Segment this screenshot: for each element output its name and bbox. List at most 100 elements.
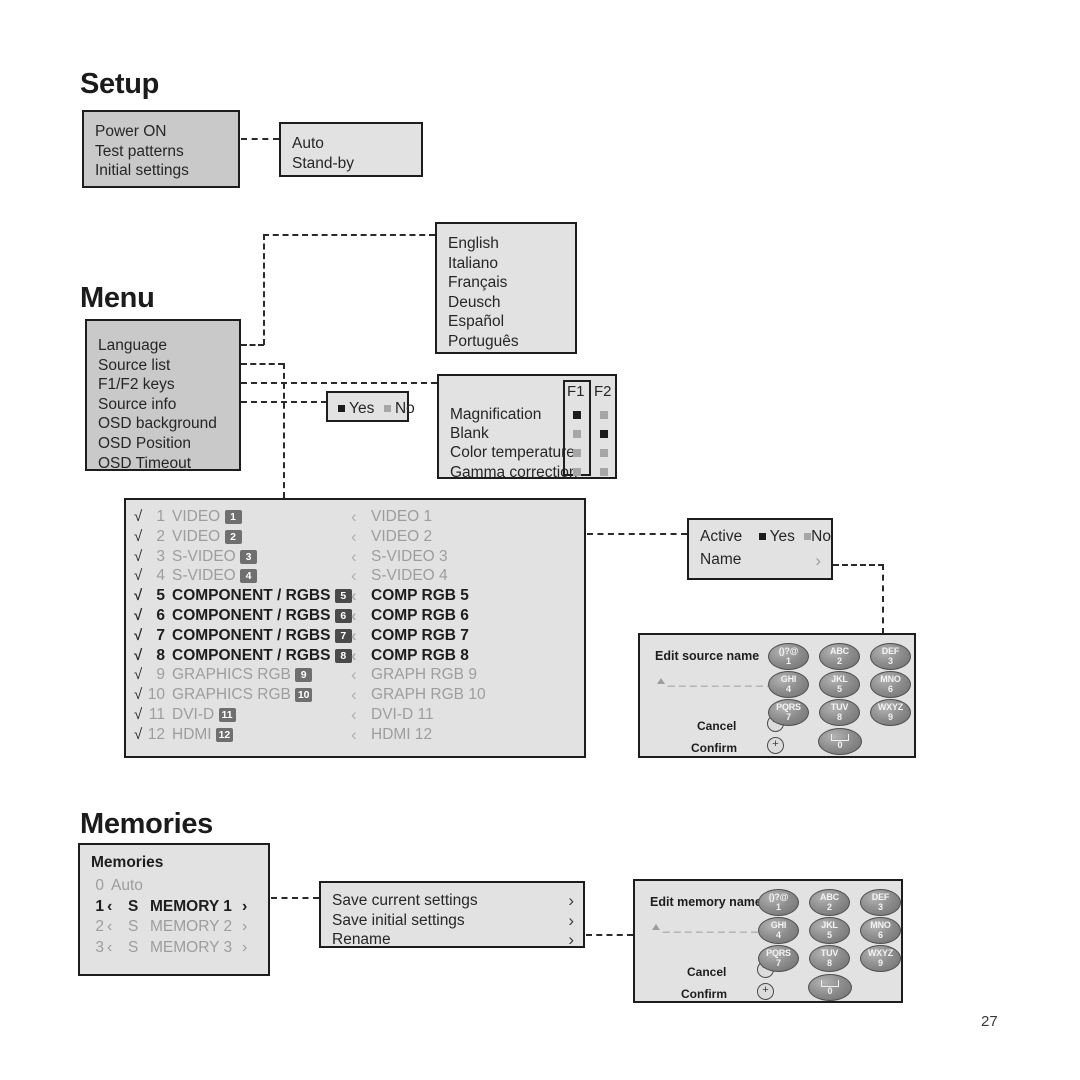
- edit-memory-key-4[interactable]: GHI 4: [758, 917, 799, 944]
- source-check-icon-11[interactable]: √: [134, 725, 142, 745]
- memory-action-row[interactable]: Save initial settings ›: [332, 911, 574, 931]
- edit-memory-key-6[interactable]: MNO 6: [860, 917, 901, 944]
- edit-source-key-2[interactable]: ABC 2: [819, 643, 860, 670]
- source-check-icon-4[interactable]: √: [134, 586, 142, 606]
- menu-item-0[interactable]: Language: [98, 336, 231, 356]
- menu-item-5[interactable]: OSD Position: [98, 434, 231, 454]
- edit-source-confirm-button[interactable]: +: [767, 737, 784, 754]
- f1f2-row-label-2[interactable]: Color temperature: [450, 443, 577, 462]
- name-chevron-icon[interactable]: ›: [815, 551, 821, 571]
- memory-row[interactable]: 3 ‹ S MEMORY 3 ›: [80, 938, 268, 959]
- source-info-no-label[interactable]: No: [395, 400, 415, 417]
- edit-memory-key-space[interactable]: 0: [808, 974, 852, 1001]
- edit-source-name-field[interactable]: _ _ _ _ _ _ _ _ _ _: [668, 673, 774, 687]
- memory-left-chevron-icon-1[interactable]: ‹: [107, 897, 112, 918]
- edit-memory-key-7[interactable]: PQRS 7: [758, 945, 799, 972]
- setup-menu-item-2[interactable]: Initial settings: [95, 161, 230, 181]
- memory-name-2[interactable]: MEMORY 2: [150, 917, 232, 938]
- memory-right-chevron-icon-1[interactable]: ›: [242, 897, 247, 918]
- edit-source-name-panel[interactable]: Edit source name _ _ _ _ _ _ _ _ _ _ Can…: [638, 633, 916, 758]
- language-item-5[interactable]: Português: [448, 332, 567, 352]
- memory-row[interactable]: 0 Auto: [80, 876, 268, 897]
- f2-marker-1[interactable]: [600, 429, 608, 438]
- menu-item-4[interactable]: OSD background: [98, 414, 231, 434]
- source-row[interactable]: √ 12 HDMI 12 ‹ HDMI 12: [126, 725, 584, 745]
- source-info-yes-label[interactable]: Yes: [349, 400, 374, 417]
- source-info-no-marker[interactable]: [383, 405, 391, 412]
- f1-marker-2[interactable]: [573, 449, 581, 458]
- menu-item-6[interactable]: OSD Timeout: [98, 454, 231, 474]
- language-item-3[interactable]: Deusch: [448, 293, 567, 313]
- source-row[interactable]: √ 5 COMPONENT / RGBS 5 ‹ COMP RGB 5: [126, 586, 584, 606]
- source-left-chevron-icon-11[interactable]: ‹: [351, 725, 357, 745]
- memory-name-3[interactable]: MEMORY 3: [150, 938, 232, 959]
- memory-actions-panel[interactable]: Save current settings › Save initial setti…: [319, 881, 585, 950]
- source-check-icon-6[interactable]: √: [134, 626, 142, 646]
- source-left-chevron-icon-10[interactable]: ‹: [351, 705, 357, 725]
- source-left-chevron-icon-7[interactable]: ‹: [351, 646, 357, 666]
- source-left-chevron-icon-2[interactable]: ‹: [351, 547, 357, 567]
- source-check-icon-3[interactable]: √: [134, 566, 142, 586]
- f2-marker-0[interactable]: [600, 410, 608, 419]
- menu-item-3[interactable]: Source info: [98, 395, 231, 415]
- source-check-icon-2[interactable]: √: [134, 547, 142, 567]
- source-row[interactable]: √ 1 VIDEO 1 ‹ VIDEO 1: [126, 507, 584, 527]
- f1f2-row-label-0[interactable]: Magnification: [450, 405, 577, 424]
- memories-panel[interactable]: Memories 0 Auto 1 ‹ S MEMORY 1 › 2 ‹ S MEMORY 2 › 3 ‹…: [78, 843, 270, 976]
- source-info-yesno-panel[interactable]: Yes No: [326, 391, 415, 422]
- memory-name-1[interactable]: MEMORY 1: [150, 897, 232, 918]
- source-left-chevron-icon-9[interactable]: ‹: [351, 685, 357, 705]
- language-item-4[interactable]: Español: [448, 312, 567, 332]
- edit-source-key-7[interactable]: PQRS 7: [768, 699, 809, 726]
- source-check-icon-10[interactable]: √: [134, 705, 142, 725]
- f1-marker-1[interactable]: [573, 429, 581, 438]
- edit-memory-name-field[interactable]: _ _ _ _ _ _ _ _ _ _: [663, 919, 769, 933]
- edit-source-key-4[interactable]: GHI 4: [768, 671, 809, 698]
- source-row[interactable]: √ 11 DVI-D 11 ‹ DVI-D 11: [126, 705, 584, 725]
- source-left-chevron-icon-4[interactable]: ‹: [351, 586, 357, 606]
- memory-name-0[interactable]: Auto: [111, 876, 143, 897]
- setup-menu-item-0[interactable]: Power ON: [95, 122, 230, 142]
- source-left-chevron-icon-6[interactable]: ‹: [351, 626, 357, 646]
- edit-source-key-8[interactable]: TUV 8: [819, 699, 860, 726]
- source-row[interactable]: √ 7 COMPONENT / RGBS 7 ‹ COMP RGB 7: [126, 626, 584, 646]
- edit-source-key-1[interactable]: ()?@ 1: [768, 643, 809, 670]
- edit-source-key-3[interactable]: DEF 3: [870, 643, 911, 670]
- source-check-icon-9[interactable]: √: [134, 685, 142, 705]
- f2-markers-column[interactable]: [594, 405, 614, 482]
- edit-memory-key-9[interactable]: WXYZ 9: [860, 945, 901, 972]
- source-display-name-11[interactable]: HDMI 12: [371, 725, 432, 745]
- source-display-name-1[interactable]: VIDEO 2: [371, 527, 432, 547]
- source-info-yes-marker[interactable]: [338, 405, 345, 412]
- source-display-name-2[interactable]: S-VIDEO 3: [371, 547, 448, 567]
- source-display-name-8[interactable]: GRAPH RGB 9: [371, 665, 477, 685]
- source-display-name-10[interactable]: DVI-D 11: [371, 705, 434, 725]
- source-check-icon-8[interactable]: √: [134, 665, 142, 685]
- f1f2-row-label-3[interactable]: Gamma correction: [450, 463, 577, 482]
- memory-action-row[interactable]: Rename ›: [332, 930, 574, 950]
- edit-source-key-space[interactable]: 0: [818, 728, 862, 755]
- language-item-2[interactable]: Français: [448, 273, 567, 293]
- f1f2-row-label-1[interactable]: Blank: [450, 424, 577, 443]
- setup-main-menu-panel[interactable]: Power ON Test patterns Initial settings: [82, 110, 240, 188]
- memory-right-chevron-icon-2[interactable]: ›: [242, 917, 247, 938]
- source-display-name-5[interactable]: COMP RGB 6: [371, 606, 469, 626]
- memory-row[interactable]: 1 ‹ S MEMORY 1 ›: [80, 897, 268, 918]
- source-display-name-3[interactable]: S-VIDEO 4: [371, 566, 448, 586]
- memory-action-chevron-icon-1[interactable]: ›: [568, 911, 574, 931]
- source-row[interactable]: √ 6 COMPONENT / RGBS 6 ‹ COMP RGB 6: [126, 606, 584, 626]
- source-left-chevron-icon-3[interactable]: ‹: [351, 566, 357, 586]
- language-submenu-panel[interactable]: English Italiano Français Deusch Español Port…: [435, 222, 577, 354]
- poweron-submenu-panel[interactable]: Auto Stand-by: [279, 122, 423, 177]
- source-check-icon-5[interactable]: √: [134, 606, 142, 626]
- source-row[interactable]: √ 10 GRAPHICS RGB 10 ‹ GRAPH RGB 10: [126, 685, 584, 705]
- language-item-0[interactable]: English: [448, 234, 567, 254]
- source-row[interactable]: √ 2 VIDEO 2 ‹ VIDEO 2: [126, 527, 584, 547]
- memory-right-chevron-icon-3[interactable]: ›: [242, 938, 247, 959]
- f1f2-submenu-panel[interactable]: F1 F2 Magnification Blank Color temperatur…: [437, 374, 617, 482]
- source-row[interactable]: √ 9 GRAPHICS RGB 9 ‹ GRAPH RGB 9: [126, 665, 584, 685]
- active-yes-marker[interactable]: [758, 533, 766, 540]
- edit-memory-key-1[interactable]: ()?@ 1: [758, 889, 799, 916]
- edit-memory-name-panel[interactable]: Edit memory name _ _ _ _ _ _ _ _ _ _ Can…: [633, 879, 903, 1003]
- memory-left-chevron-icon-3[interactable]: ‹: [107, 938, 112, 959]
